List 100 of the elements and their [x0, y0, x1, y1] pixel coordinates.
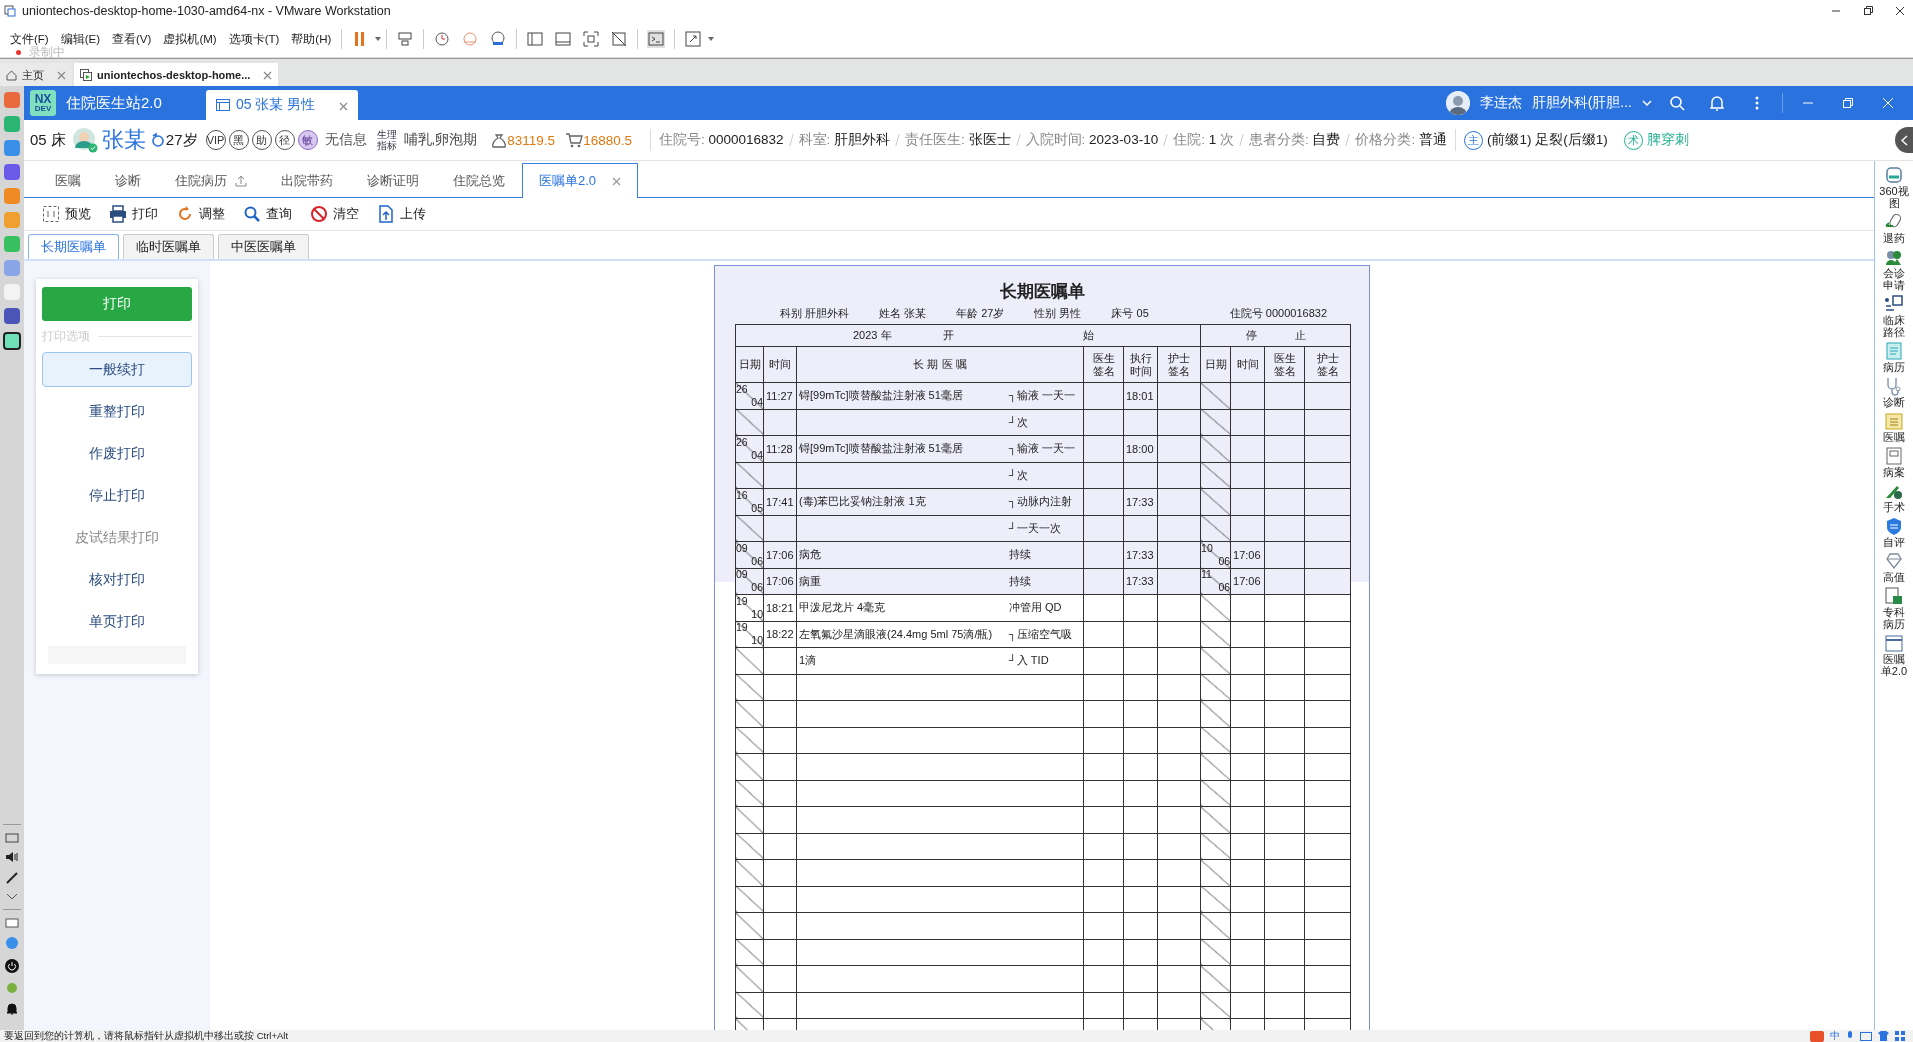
tab[interactable]: 住院总览 — [436, 163, 522, 198]
unity-icon[interactable] — [610, 30, 629, 48]
side-rail-item[interactable]: 临床路径 — [1878, 314, 1910, 338]
table-cell: 17:33 — [1126, 548, 1154, 561]
print-option[interactable]: 一般续打 — [42, 352, 192, 387]
caret-icon[interactable] — [374, 35, 383, 43]
side-rail-item[interactable]: 病案 — [1878, 466, 1910, 478]
power-icon[interactable] — [4, 958, 20, 974]
side-rail-item[interactable]: 医嘱单2.0 — [1878, 653, 1910, 677]
tab[interactable]: 住院病历 — [158, 163, 264, 198]
toolbar-button[interactable]: 清空 — [310, 205, 359, 223]
menu-item[interactable]: 选项卡(T) — [222, 31, 286, 47]
restore-icon[interactable] — [1863, 5, 1873, 16]
terminal-icon[interactable] — [647, 30, 666, 48]
side-rail-item[interactable]: 手术 — [1878, 501, 1910, 513]
print-option[interactable]: 核对打印 — [42, 562, 192, 597]
network-icon[interactable] — [396, 30, 415, 48]
column-header: 时间 — [769, 358, 791, 371]
grid-icon[interactable] — [1895, 1031, 1905, 1041]
side-rail-item[interactable]: 病历 — [1878, 361, 1910, 373]
toolbar-button[interactable]: 预览 — [42, 205, 91, 223]
tab[interactable]: 出院带药 — [264, 163, 350, 198]
order-text: 病重 — [799, 573, 821, 589]
print-option[interactable]: 作废打印 — [42, 436, 192, 471]
shirt-icon[interactable] — [1878, 1031, 1889, 1041]
table-cell: 18:01 — [1126, 389, 1154, 402]
side-rail-item[interactable]: 专科病历 — [1878, 606, 1910, 630]
column-header: 护士签名 — [1315, 351, 1340, 378]
department-selector[interactable]: 肝胆外科(肝胆... — [1531, 94, 1632, 112]
home-icon — [6, 69, 17, 81]
toolbar-button[interactable]: 打印 — [109, 205, 158, 223]
cart-icon — [565, 132, 584, 148]
caret-icon[interactable] — [707, 35, 716, 43]
upload-icon[interactable] — [235, 175, 247, 187]
input-method-logo-icon[interactable] — [1810, 1030, 1824, 1042]
search-icon[interactable] — [1669, 95, 1685, 111]
menu-item[interactable]: 帮助(H) — [285, 31, 338, 47]
toolbar-button[interactable]: 上传 — [377, 205, 426, 223]
side-rail-item[interactable]: 会诊申请 — [1878, 267, 1910, 291]
storage-icon[interactable] — [5, 918, 19, 928]
side-rail-item[interactable]: 诊断 — [1878, 396, 1910, 408]
app-icon[interactable] — [4, 164, 20, 180]
menu-item[interactable]: 查看(V) — [106, 31, 158, 47]
print-option[interactable]: 停止打印 — [42, 478, 192, 513]
snapshot-manager-icon[interactable] — [489, 30, 508, 48]
bell-icon[interactable] — [5, 1002, 19, 1016]
toolbar-button[interactable]: 调整 — [176, 205, 225, 223]
chevron-down-icon[interactable] — [6, 893, 18, 901]
side-rail-item[interactable]: 360视图 — [1878, 185, 1910, 209]
table-cell: 04 — [751, 396, 763, 408]
clock-icon[interactable] — [433, 30, 452, 48]
speaker-icon[interactable] — [5, 851, 19, 863]
app-icon[interactable] — [4, 308, 20, 324]
table-cell-text: 16 — [736, 489, 749, 501]
sheet-tab[interactable]: 临时医嘱单 — [123, 234, 214, 259]
fullscreen-icon[interactable] — [582, 30, 601, 48]
menu-item[interactable]: 编辑(E) — [54, 31, 107, 47]
input-mode-indicator[interactable]: 中 — [1830, 1030, 1840, 1042]
toolbar-button[interactable]: 查询 — [243, 205, 292, 223]
tab[interactable]: 医嘱 — [38, 163, 98, 198]
route-text: ┘入 TID — [1009, 653, 1050, 669]
order-text: 左氧氟沙星滴眼液(24.4mg 5ml 75滴/瓶) — [799, 626, 993, 642]
menu-item[interactable]: 文件(F) — [4, 31, 55, 47]
order-text: (毒)苯巴比妥钠注射液 1克 — [799, 494, 926, 510]
nx-dev-app-icon[interactable] — [3, 332, 21, 350]
print-option[interactable]: 单页打印 — [42, 604, 192, 639]
chevron-left-icon[interactable] — [1900, 134, 1908, 146]
tab[interactable]: 诊断证明 — [350, 163, 436, 198]
pen-icon[interactable] — [5, 871, 19, 885]
side-rail-item[interactable]: 高值 — [1878, 571, 1910, 583]
patient-age: 27岁 — [165, 130, 198, 150]
keyboard-icon[interactable] — [5, 833, 19, 843]
tab[interactable]: 医嘱单2.0 — [522, 163, 639, 198]
tab[interactable]: 诊断 — [98, 163, 158, 198]
allergy-badge: 敏 — [297, 130, 318, 150]
vm-tab[interactable]: uniontechos-desktop-home... — [74, 63, 279, 87]
close-icon[interactable] — [1895, 5, 1905, 16]
more-icon[interactable] — [1755, 95, 1759, 111]
menu-item[interactable]: 虚拟机(M) — [157, 31, 223, 47]
keyboard-icon[interactable] — [1860, 1031, 1872, 1041]
side-rail-item[interactable]: 医嘱 — [1878, 431, 1910, 443]
column-header: 长 期 医 嘱 — [913, 358, 967, 371]
refresh-icon — [176, 205, 194, 223]
console-view-icon[interactable] — [554, 30, 573, 48]
side-rail-item[interactable]: 自评 — [1878, 536, 1910, 548]
upload-icon — [377, 205, 395, 223]
sheet-tab[interactable]: 中医医嘱单 — [218, 234, 309, 259]
print-option[interactable]: 重整打印 — [42, 394, 192, 429]
browser-icon[interactable] — [5, 936, 19, 950]
collapse-button[interactable] — [1895, 127, 1913, 153]
order-text: 病危 — [799, 547, 821, 563]
column-header: 日期 — [1204, 358, 1227, 371]
stretch-icon[interactable] — [684, 30, 703, 48]
sidebar-view-icon[interactable] — [526, 30, 545, 48]
sheet-tab[interactable]: 长期医嘱单 — [28, 234, 119, 259]
patient-tab[interactable]: 05 张某 男性 — [206, 90, 358, 120]
patient-avatar — [71, 127, 98, 153]
vm-tab[interactable]: 主页 — [0, 63, 72, 87]
side-rail-item[interactable]: 退药 — [1878, 232, 1910, 244]
table-cell: 18:21 — [766, 601, 794, 614]
